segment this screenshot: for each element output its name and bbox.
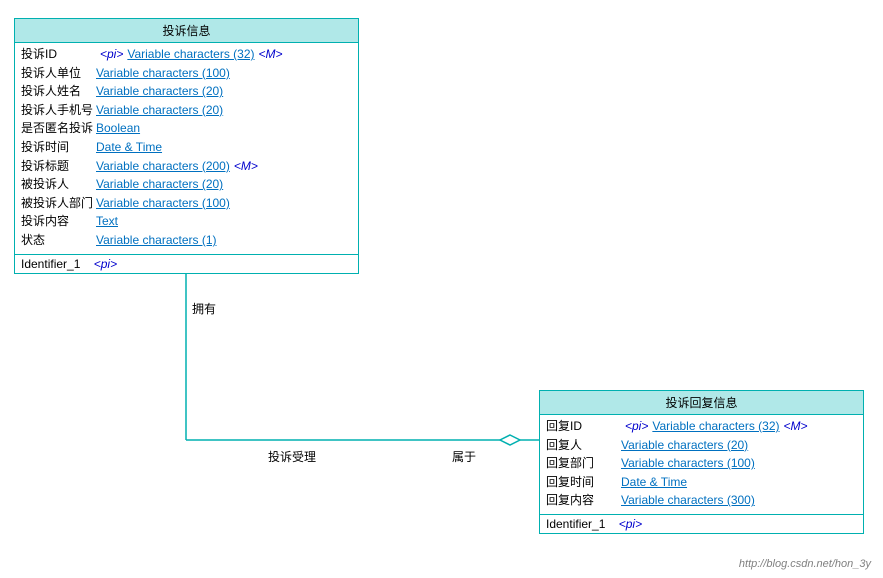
reply-row-0-extra: <M> bbox=[784, 417, 808, 436]
complaint-row-8-name: 被投诉人部门 bbox=[21, 194, 96, 213]
complaint-row-3-name: 投诉人手机号 bbox=[21, 101, 96, 120]
complaint-row-6-extra: <M> bbox=[234, 157, 258, 176]
reply-entity: 投诉回复信息 回复ID<pi>Variable characters (32)<… bbox=[539, 390, 864, 534]
complaint-row-6: 投诉标题Variable characters (200)<M> bbox=[21, 157, 352, 176]
complaint-entity-body: 投诉ID<pi>Variable characters (32)<M>投诉人单位… bbox=[15, 43, 358, 254]
complaint-row-3-type: Variable characters (20) bbox=[96, 101, 223, 120]
complaint-row-9-name: 投诉内容 bbox=[21, 212, 96, 231]
complaint-footer-text: Identifier_1 bbox=[21, 257, 80, 271]
complaint-row-0-name: 投诉ID bbox=[21, 45, 96, 64]
reply-row-2-type: Variable characters (100) bbox=[621, 454, 755, 473]
complaint-row-4-type: Boolean bbox=[96, 119, 140, 138]
reply-row-0-tag: <pi> bbox=[625, 417, 648, 436]
complaint-row-7-type: Variable characters (20) bbox=[96, 175, 223, 194]
reply-footer-tag: <pi> bbox=[619, 517, 642, 531]
complaint-row-10-type: Variable characters (1) bbox=[96, 231, 217, 250]
reply-row-1-name: 回复人 bbox=[546, 436, 621, 455]
reply-row-4: 回复内容Variable characters (300) bbox=[546, 491, 857, 510]
reply-entity-footer: Identifier_1 <pi> bbox=[540, 514, 863, 533]
reply-row-4-type: Variable characters (300) bbox=[621, 491, 755, 510]
complaint-row-2-type: Variable characters (20) bbox=[96, 82, 223, 101]
reply-entity-body: 回复ID<pi>Variable characters (32)<M>回复人Va… bbox=[540, 415, 863, 514]
reply-row-0-type: Variable characters (32) bbox=[652, 417, 779, 436]
label-belongs-to: 属于 bbox=[452, 448, 476, 465]
complaint-row-4-name: 是否匿名投诉 bbox=[21, 119, 96, 138]
reply-row-0: 回复ID<pi>Variable characters (32) <M> bbox=[546, 417, 857, 436]
reply-row-2: 回复部门Variable characters (100) bbox=[546, 454, 857, 473]
reply-row-0-name: 回复ID bbox=[546, 417, 621, 436]
complaint-row-0-type: Variable characters (32) bbox=[127, 45, 254, 64]
complaint-row-7: 被投诉人Variable characters (20) bbox=[21, 175, 352, 194]
complaint-row-2: 投诉人姓名Variable characters (20) bbox=[21, 82, 352, 101]
complaint-row-5: 投诉时间Date & Time bbox=[21, 138, 352, 157]
complaint-row-8-type: Variable characters (100) bbox=[96, 194, 230, 213]
reply-row-2-name: 回复部门 bbox=[546, 454, 621, 473]
complaint-row-1-name: 投诉人单位 bbox=[21, 64, 96, 83]
complaint-row-1: 投诉人单位Variable characters (100) bbox=[21, 64, 352, 83]
complaint-row-4: 是否匿名投诉Boolean bbox=[21, 119, 352, 138]
reply-footer-text: Identifier_1 bbox=[546, 517, 605, 531]
complaint-row-0-extra: <M> bbox=[259, 45, 283, 64]
complaint-row-8: 被投诉人部门Variable characters (100) bbox=[21, 194, 352, 213]
complaint-row-10-name: 状态 bbox=[21, 231, 96, 250]
reply-entity-title: 投诉回复信息 bbox=[540, 391, 863, 415]
watermark: http://blog.csdn.net/hon_3y bbox=[739, 558, 871, 570]
reply-row-3-name: 回复时间 bbox=[546, 473, 621, 492]
complaint-row-1-type: Variable characters (100) bbox=[96, 64, 230, 83]
complaint-row-0: 投诉ID<pi>Variable characters (32) <M> bbox=[21, 45, 352, 64]
complaint-row-2-name: 投诉人姓名 bbox=[21, 82, 96, 101]
reply-row-4-name: 回复内容 bbox=[546, 491, 621, 510]
label-youhave: 拥有 bbox=[192, 300, 216, 317]
complaint-row-6-name: 投诉标题 bbox=[21, 157, 96, 176]
complaint-row-5-name: 投诉时间 bbox=[21, 138, 96, 157]
reply-row-3: 回复时间Date & Time bbox=[546, 473, 857, 492]
complaint-row-6-type: Variable characters (200) bbox=[96, 157, 230, 176]
complaint-row-9-type: Text bbox=[96, 212, 118, 231]
complaint-row-9: 投诉内容Text bbox=[21, 212, 352, 231]
complaint-entity-title: 投诉信息 bbox=[15, 19, 358, 43]
complaint-row-0-tag: <pi> bbox=[100, 45, 123, 64]
complaint-footer-tag: <pi> bbox=[94, 257, 117, 271]
reply-row-1: 回复人Variable characters (20) bbox=[546, 436, 857, 455]
complaint-entity-footer: Identifier_1 <pi> bbox=[15, 254, 358, 273]
complaint-row-7-name: 被投诉人 bbox=[21, 175, 96, 194]
complaint-entity: 投诉信息 投诉ID<pi>Variable characters (32)<M>… bbox=[14, 18, 359, 274]
reply-row-1-type: Variable characters (20) bbox=[621, 436, 748, 455]
label-complaint-accept: 投诉受理 bbox=[268, 448, 316, 465]
complaint-row-3: 投诉人手机号Variable characters (20) bbox=[21, 101, 352, 120]
reply-row-3-type: Date & Time bbox=[621, 473, 687, 492]
complaint-row-5-type: Date & Time bbox=[96, 138, 162, 157]
complaint-row-10: 状态Variable characters (1) bbox=[21, 231, 352, 250]
canvas: 拥有 投诉受理 属于 投诉信息 投诉ID<pi>Variable charact… bbox=[0, 0, 883, 578]
